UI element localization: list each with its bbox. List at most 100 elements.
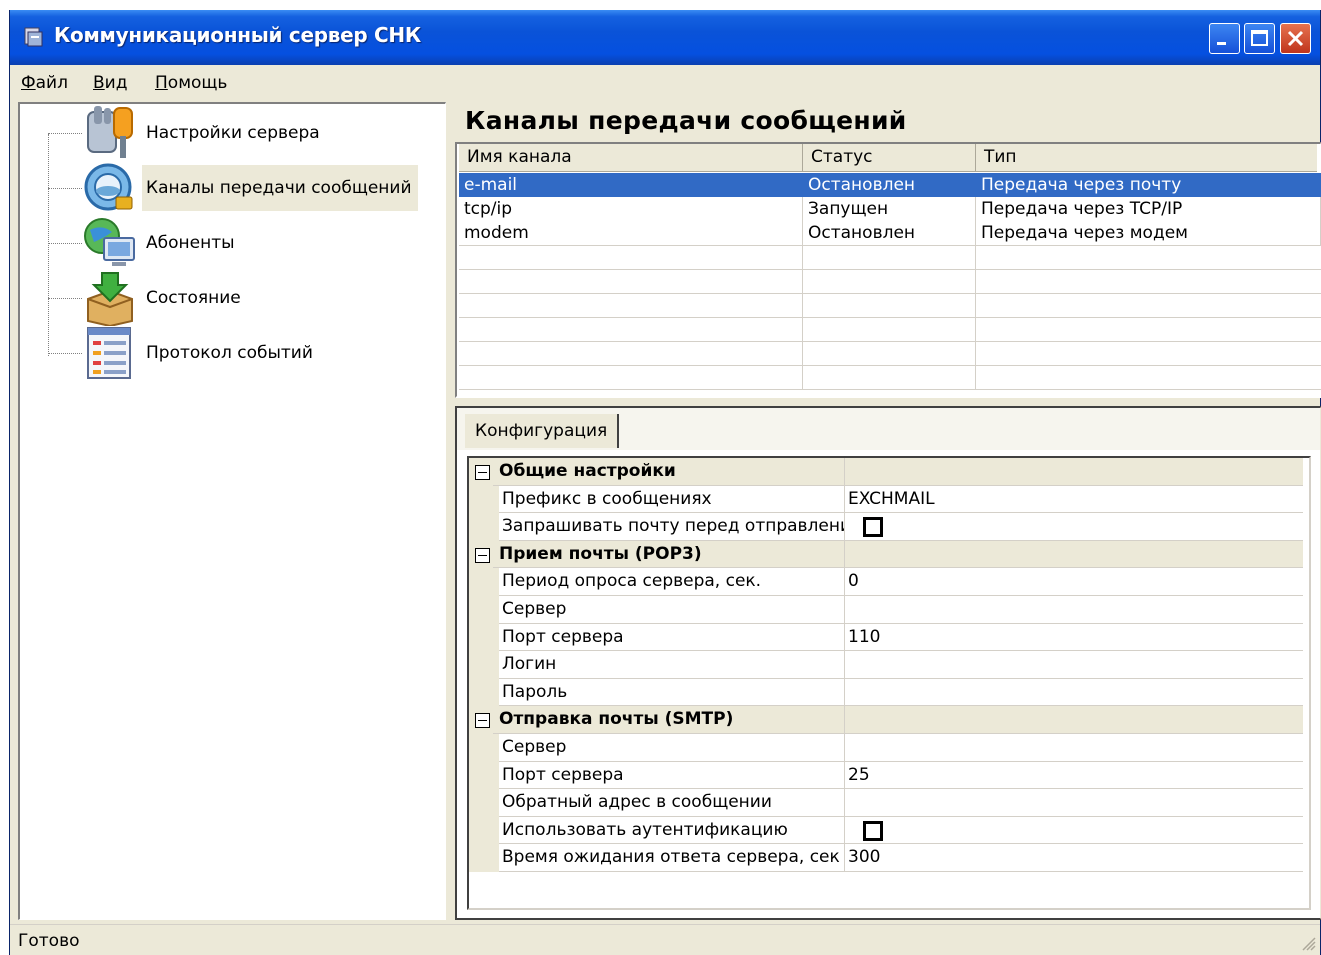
property-value[interactable]: 300 xyxy=(845,844,1303,872)
property-row[interactable]: Порт сервера 25 xyxy=(469,761,1303,790)
property-name: Обратный адрес в сообщении xyxy=(499,789,845,817)
row-gutter xyxy=(469,651,499,679)
row-gutter xyxy=(469,844,499,872)
category-value xyxy=(845,458,1303,486)
property-row[interactable]: Использовать аутентификацию xyxy=(469,816,1303,845)
cell-status: Запущен xyxy=(803,197,976,221)
checkbox[interactable] xyxy=(863,820,883,841)
navigation-tree[interactable]: Настройки сервера Каналы передачи сообще… xyxy=(18,102,446,920)
property-name: Порт сервера xyxy=(499,623,845,652)
property-name: Префикс в сообщениях xyxy=(499,485,845,514)
menu-help[interactable]: Помощь xyxy=(155,73,227,93)
property-row[interactable]: Порт сервера 110 xyxy=(469,623,1303,652)
property-name: Сервер xyxy=(499,596,845,624)
column-header-status[interactable]: Статус xyxy=(803,144,976,171)
property-value[interactable] xyxy=(845,679,1303,707)
cell-name: tcp/ip xyxy=(459,197,803,221)
channels-table[interactable]: Имя канала Статус Тип e-mail Остановлен … xyxy=(455,142,1321,398)
checkbox[interactable] xyxy=(863,517,883,538)
row-gutter xyxy=(469,513,499,541)
channels-panel: Каналы передачи сообщений Имя канала Ста… xyxy=(455,102,1321,920)
menu-file[interactable]: Файл xyxy=(21,73,68,93)
property-name: Пароль xyxy=(499,678,845,707)
network-globe-icon xyxy=(84,163,133,211)
close-button[interactable] xyxy=(1280,23,1311,54)
page-title: Каналы передачи сообщений xyxy=(465,106,907,135)
property-category[interactable]: Общие настройки xyxy=(469,458,1303,486)
collapse-icon[interactable] xyxy=(475,547,490,563)
row-gutter xyxy=(469,623,499,652)
column-header-type[interactable]: Тип xyxy=(976,144,1317,171)
title-bar[interactable]: Коммуникационный сервер СНК xyxy=(10,10,1320,65)
tree-item-subscribers[interactable]: Абоненты xyxy=(48,216,438,271)
app-window: Коммуникационный сервер СНК Файл Вид Пом… xyxy=(9,10,1321,955)
row-gutter xyxy=(469,596,499,624)
empty-row xyxy=(459,365,1321,389)
table-row[interactable]: tcp/ip Запущен Передача через TCP/IP xyxy=(459,197,1321,221)
row-gutter xyxy=(469,789,499,817)
row-gutter xyxy=(469,568,499,596)
collapse-icon[interactable] xyxy=(475,713,490,729)
property-value[interactable] xyxy=(845,817,1303,845)
property-value[interactable] xyxy=(845,651,1303,679)
status-text: Готово xyxy=(18,931,80,951)
property-row[interactable]: Сервер xyxy=(469,734,1303,762)
empty-row xyxy=(459,341,1321,365)
empty-row xyxy=(459,293,1321,317)
tree-item-status[interactable]: Состояние xyxy=(48,271,438,326)
property-name: Период опроса сервера, сек. xyxy=(499,568,845,596)
property-value[interactable]: EXCHMAIL xyxy=(845,486,1303,514)
property-value[interactable]: 25 xyxy=(845,762,1303,790)
column-header-name[interactable]: Имя канала xyxy=(459,144,803,171)
cell-type: Передача через модем xyxy=(976,221,1321,245)
status-bar: Готово xyxy=(10,924,1320,955)
property-value[interactable]: 0 xyxy=(845,568,1303,596)
property-value[interactable] xyxy=(845,596,1303,624)
property-name: Время ожидания ответа сервера, сек xyxy=(499,844,845,872)
table-row[interactable]: e-mail Остановлен Передача через почту xyxy=(459,173,1321,197)
property-name: Логин xyxy=(499,651,845,679)
property-category[interactable]: Отправка почты (SMTP) xyxy=(469,706,1303,734)
property-row[interactable]: Пароль xyxy=(469,678,1303,707)
property-value[interactable]: 110 xyxy=(845,624,1303,652)
property-row[interactable]: Сервер xyxy=(469,596,1303,624)
config-panel: Конфигурация Общие настройки Префикс в со… xyxy=(455,406,1321,920)
row-gutter xyxy=(469,734,499,762)
box-arrow-icon xyxy=(87,272,133,326)
tree-item-label: Состояние xyxy=(146,288,241,308)
tab-configuration[interactable]: Конфигурация xyxy=(465,414,620,448)
property-grid[interactable]: Общие настройки Префикс в сообщениях EXCHM… xyxy=(467,456,1311,910)
resize-grip-icon[interactable] xyxy=(1300,935,1316,951)
tree-item-label: Настройки сервера xyxy=(146,123,320,143)
tree-item-server-settings[interactable]: Настройки сервера xyxy=(48,106,438,161)
row-gutter xyxy=(469,761,499,790)
table-row[interactable]: modem Остановлен Передача через модем xyxy=(459,221,1321,245)
property-value[interactable] xyxy=(845,513,1303,541)
tree-item-event-log[interactable]: Протокол событий xyxy=(48,326,438,381)
property-row[interactable]: Префикс в сообщениях EXCHMAIL xyxy=(469,485,1303,514)
cell-status: Остановлен xyxy=(803,173,976,197)
cell-status: Остановлен xyxy=(803,221,976,245)
category-value xyxy=(845,540,1303,569)
tree-item-label: Абоненты xyxy=(146,233,235,253)
minimize-button[interactable] xyxy=(1209,23,1240,54)
property-row[interactable]: Время ожидания ответа сервера, сек 300 xyxy=(469,844,1303,872)
property-value[interactable] xyxy=(845,789,1303,817)
property-value[interactable] xyxy=(845,734,1303,762)
table-header: Имя канала Статус Тип xyxy=(459,144,1317,172)
maximize-button[interactable] xyxy=(1244,23,1275,54)
tree-item-channels[interactable]: Каналы передачи сообщений xyxy=(48,161,438,216)
row-gutter xyxy=(469,678,499,707)
property-name: Использовать аутентификацию xyxy=(499,816,845,845)
empty-row xyxy=(459,317,1321,341)
property-row[interactable]: Логин xyxy=(469,651,1303,679)
property-name: Порт сервера xyxy=(499,761,845,790)
property-row[interactable]: Обратный адрес в сообщении xyxy=(469,789,1303,817)
menu-bar: Файл Вид Помощь xyxy=(10,65,1320,100)
close-icon xyxy=(1287,30,1304,47)
property-category[interactable]: Прием почты (POP3) xyxy=(469,540,1303,569)
menu-view[interactable]: Вид xyxy=(93,73,127,93)
property-row[interactable]: Запрашивать почту перед отправлени xyxy=(469,513,1303,541)
property-row[interactable]: Период опроса сервера, сек. 0 xyxy=(469,568,1303,596)
collapse-icon[interactable] xyxy=(475,465,490,480)
